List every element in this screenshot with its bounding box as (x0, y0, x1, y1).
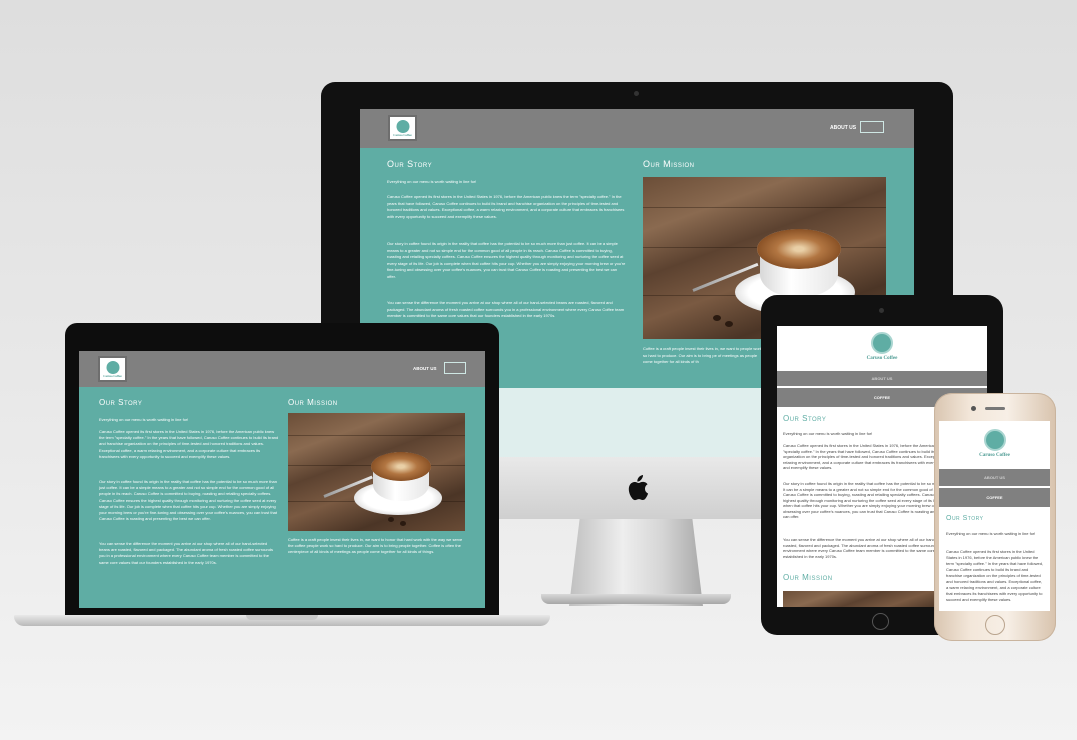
story-tagline: Everything on our menu is worth waiting … (387, 179, 477, 184)
camera-icon (879, 308, 884, 313)
coffee-cup-logo-icon (396, 120, 409, 133)
laptop: Caruso Coffee ABOUT US Our Story Everyth… (14, 323, 550, 633)
camera-icon (971, 406, 976, 411)
monitor-stand (569, 518, 703, 606)
coffee-photo (288, 413, 465, 531)
site-logo[interactable]: Caruso Coffee (939, 421, 1050, 469)
laptop-notch (246, 615, 318, 620)
story-tagline: Everything on our menu is worth waiting … (946, 531, 1036, 536)
story-paragraph-1: Caruso Coffee opened its first stores in… (946, 549, 1044, 602)
nav-coffee[interactable]: COFFEE (939, 495, 1050, 500)
logo-text: Caruso Coffee (866, 356, 898, 361)
logo-text: Caruso Coffee (393, 133, 412, 137)
story-paragraph-1: Caruso Coffee opened its first stores in… (387, 194, 625, 219)
site-logo[interactable]: Caruso Coffee (98, 356, 127, 382)
nav-coffee-button[interactable] (444, 362, 466, 374)
phone-screen: Caruso Coffee ABOUT US COFFEE Our Story … (939, 421, 1050, 611)
story-paragraph-2: Our story in coffee found its origin in … (387, 241, 626, 279)
home-button-icon[interactable] (985, 615, 1005, 635)
mission-title: Our Mission (288, 398, 338, 407)
coffee-cup-logo-icon (106, 361, 119, 374)
story-paragraph-3: You can sense the difference the moment … (99, 541, 273, 565)
home-button-icon[interactable] (872, 613, 889, 630)
nav-about-us[interactable]: ABOUT US (830, 125, 856, 131)
site-logo[interactable]: Caruso Coffee (777, 326, 987, 371)
phone-speaker (985, 407, 1005, 410)
apple-logo-icon (625, 475, 649, 501)
logo-text: Caruso Coffee (979, 453, 1010, 458)
mission-text: Coffee is a craft people invest their li… (643, 346, 762, 364)
mission-title: Our Mission (783, 573, 833, 582)
coffee-cup-logo-icon (871, 332, 893, 354)
mobile-nav: ABOUT US COFFEE (939, 469, 1050, 507)
story-tagline: Everything on our menu is worth waiting … (99, 417, 189, 422)
site-logo[interactable]: Caruso Coffee (388, 115, 417, 141)
phone: Caruso Coffee ABOUT US COFFEE Our Story … (934, 393, 1056, 641)
story-title: Our Story (783, 414, 827, 423)
laptop-screen: Caruso Coffee ABOUT US Our Story Everyth… (79, 351, 485, 608)
nav-about-us[interactable]: ABOUT US (413, 366, 437, 371)
story-title: Our Story (99, 398, 143, 407)
site-navbar: Caruso Coffee ABOUT US (79, 351, 485, 387)
content-section: Our Story Everything on our menu is wort… (79, 387, 485, 608)
content-section: Our Story Everything on our menu is wort… (939, 507, 1050, 611)
story-paragraph-1: Caruso Coffee opened its first stores in… (99, 429, 279, 459)
mission-text: Coffee is a craft people invest their li… (288, 537, 463, 555)
camera-icon (634, 91, 639, 96)
story-title: Our Story (387, 159, 433, 169)
story-paragraph-2: Our story in coffee found its origin in … (99, 479, 277, 522)
monitor-foot (541, 594, 731, 604)
site-navbar: Caruso Coffee ABOUT US (360, 109, 914, 148)
coffee-cup-logo-icon (983, 429, 1006, 451)
logo-text: Caruso Coffee (103, 374, 122, 378)
nav-about-us[interactable]: ABOUT US (777, 376, 987, 381)
mission-title: Our Mission (643, 159, 695, 169)
nav-coffee-button[interactable] (860, 121, 884, 133)
story-title: Our Story (946, 515, 984, 522)
nav-about-us[interactable]: ABOUT US (939, 475, 1050, 480)
